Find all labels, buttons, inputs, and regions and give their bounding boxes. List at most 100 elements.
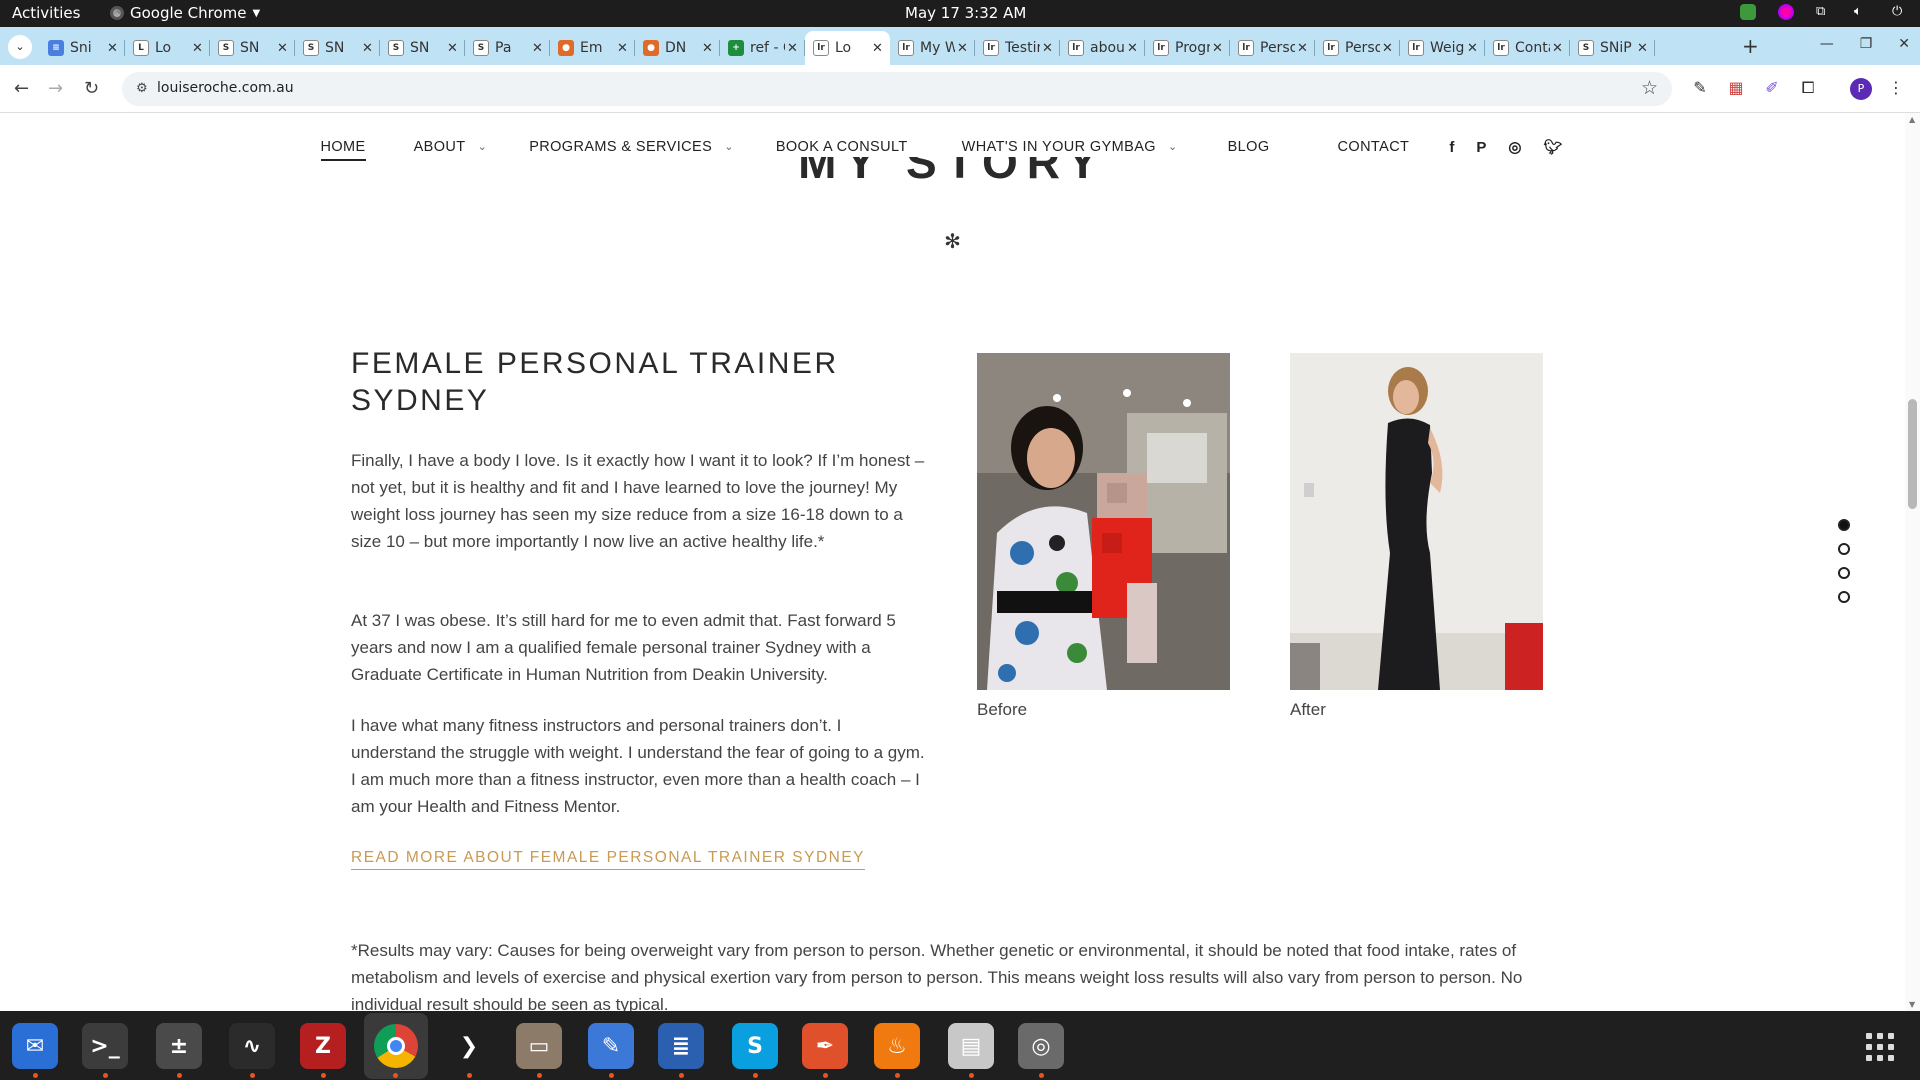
filezilla-icon[interactable]: Z — [300, 1023, 346, 1069]
document-viewer-icon[interactable]: ≣ — [658, 1023, 704, 1069]
tab-close-icon[interactable]: ✕ — [1212, 41, 1224, 56]
blaze-icon[interactable]: ♨ — [874, 1023, 920, 1069]
browser-tab[interactable]: lr Perso ✕ — [1315, 31, 1400, 65]
clock[interactable]: May 17 3:32 AM — [905, 4, 1026, 22]
browser-tab[interactable]: lr Testin✕ — [975, 31, 1060, 65]
browser-tab[interactable]: S SNiP N✕ — [1570, 31, 1655, 65]
browser-tab[interactable]: lr Progr ✕ — [1145, 31, 1230, 65]
browser-tab[interactable]: ● DN ✕ — [635, 31, 720, 65]
browser-tab[interactable]: L Lo ✕ — [125, 31, 210, 65]
inkscape-icon[interactable]: ✒ — [802, 1023, 848, 1069]
scroll-up-icon[interactable]: ▲ — [1909, 115, 1915, 124]
browser-tab[interactable]: ≡ Sni ✕ — [40, 31, 125, 65]
browser-tab[interactable]: ● Em ✕ — [550, 31, 635, 65]
slide-dot[interactable] — [1838, 543, 1850, 555]
slide-dot[interactable] — [1838, 567, 1850, 579]
color-picker-icon[interactable] — [1778, 4, 1794, 20]
url-text[interactable]: louiseroche.com.au — [157, 80, 294, 96]
tab-close-icon[interactable]: ✕ — [872, 41, 884, 56]
tab-close-icon[interactable]: ✕ — [1637, 41, 1649, 56]
reload-button[interactable]: ↻ — [84, 78, 99, 99]
browser-tab[interactable]: lr Conta✕ — [1485, 31, 1570, 65]
forward-button[interactable]: → — [48, 78, 63, 99]
bookmark-star-icon[interactable]: ☆ — [1641, 77, 1658, 99]
tab-close-icon[interactable]: ✕ — [617, 41, 629, 56]
app-menu[interactable]: Google Chrome ▼ — [110, 4, 260, 22]
page-scrollbar[interactable]: ▲ ▼ — [1905, 113, 1920, 1011]
terminal-icon[interactable]: >_ — [82, 1023, 128, 1069]
tab-close-icon[interactable]: ✕ — [1382, 41, 1394, 56]
system-monitor-icon[interactable]: ∿ — [229, 1023, 275, 1069]
browser-tab[interactable]: lr Perso ✕ — [1230, 31, 1315, 65]
tab-close-icon[interactable]: ✕ — [447, 41, 459, 56]
document-scanner-icon[interactable]: ▤ — [948, 1023, 994, 1069]
scrollbar-thumb[interactable] — [1908, 399, 1917, 509]
disk-icon[interactable]: ◎ — [1018, 1023, 1064, 1069]
tab-close-icon[interactable]: ✕ — [787, 41, 799, 56]
tab-search-button[interactable]: ⌄ — [8, 35, 32, 59]
instagram-icon[interactable]: ◎ — [1508, 138, 1521, 156]
eyedropper-extension-icon[interactable]: ✎ — [1690, 78, 1710, 98]
power-icon[interactable]: ⏻ — [1892, 4, 1908, 20]
close-icon[interactable]: ✕ — [1898, 36, 1910, 52]
tab-close-icon[interactable]: ✕ — [277, 41, 289, 56]
tab-close-icon[interactable]: ✕ — [532, 41, 544, 56]
show-apps-icon[interactable] — [1866, 1033, 1894, 1061]
tab-close-icon[interactable]: ✕ — [957, 41, 969, 56]
volume-icon[interactable]: 🔈︎ — [1854, 4, 1870, 20]
tab-close-icon[interactable]: ✕ — [362, 41, 374, 56]
calendar-extension-icon[interactable]: ▦ — [1726, 78, 1746, 98]
nav-item-about[interactable]: ABOUT ⌄ — [414, 133, 488, 161]
extensions-puzzle-icon[interactable]: ⧠ — [1798, 78, 1818, 98]
tab-close-icon[interactable]: ✕ — [1552, 41, 1564, 56]
nav-item-home[interactable]: HOME — [320, 133, 366, 161]
kebab-menu-icon[interactable]: ⋮ — [1886, 78, 1906, 98]
browser-tab[interactable]: lr Weigh✕ — [1400, 31, 1485, 65]
slide-dot[interactable] — [1838, 519, 1850, 531]
browser-tab[interactable]: S SN ✕ — [295, 31, 380, 65]
maximize-icon[interactable]: ❐ — [1860, 36, 1873, 52]
chrome-icon[interactable] — [364, 1013, 428, 1079]
new-tab-button[interactable]: + — [1742, 34, 1759, 58]
vscode-icon[interactable]: ❯ — [446, 1023, 492, 1069]
browser-tab[interactable]: S Pa ✕ — [465, 31, 550, 65]
skype-icon[interactable]: S — [732, 1023, 778, 1069]
nav-item-book-a-consult[interactable]: BOOK A CONSULT — [776, 133, 908, 161]
system-tray[interactable]: ⧉ 🔈︎ ⏻ — [1740, 4, 1908, 20]
twitter-icon[interactable]: 🐦︎ — [1543, 138, 1562, 156]
nav-item-contact[interactable]: CONTACT — [1338, 133, 1410, 161]
pen-extension-icon[interactable]: ✐ — [1762, 78, 1782, 98]
thunderbird-icon[interactable]: ✉ — [12, 1023, 58, 1069]
tab-close-icon[interactable]: ✕ — [1297, 41, 1309, 56]
nav-item-blog[interactable]: BLOG — [1228, 133, 1270, 161]
tab-close-icon[interactable]: ✕ — [1042, 41, 1054, 56]
browser-tab[interactable]: + ref - G✕ — [720, 31, 805, 65]
read-more-link[interactable]: READ MORE ABOUT FEMALE PERSONAL TRAINER … — [351, 849, 866, 870]
pinterest-icon[interactable]: P — [1476, 139, 1486, 156]
tab-close-icon[interactable]: ✕ — [702, 41, 714, 56]
nav-item-programs-services[interactable]: PROGRAMS & SERVICES ⌄ — [529, 133, 734, 161]
tab-close-icon[interactable]: ✕ — [1127, 41, 1139, 56]
calculator-icon[interactable]: ± — [156, 1023, 202, 1069]
slide-dot[interactable] — [1838, 591, 1850, 603]
text-editor-icon[interactable]: ✎ — [588, 1023, 634, 1069]
browser-tab[interactable]: lr Lo ✕ — [805, 31, 890, 65]
browser-tab[interactable]: lrabout✕ — [1060, 31, 1145, 65]
address-bar[interactable]: ⚙ louiseroche.com.au ☆ — [122, 72, 1672, 106]
scroll-down-icon[interactable]: ▼ — [1909, 1000, 1915, 1009]
files-icon[interactable]: ▭ — [516, 1023, 562, 1069]
tab-close-icon[interactable]: ✕ — [192, 41, 204, 56]
nav-item-what-s-in-your-gymbag[interactable]: WHAT'S IN YOUR GYMBAG ⌄ — [962, 133, 1178, 161]
browser-tab[interactable]: S SN ✕ — [210, 31, 295, 65]
browser-tab[interactable]: lr My W ✕ — [890, 31, 975, 65]
profile-avatar[interactable]: P — [1850, 78, 1872, 100]
tab-close-icon[interactable]: ✕ — [1467, 41, 1479, 56]
shield-check-icon[interactable] — [1740, 4, 1756, 20]
browser-tab[interactable]: S SN ✕ — [380, 31, 465, 65]
activities-button[interactable]: Activities — [12, 4, 80, 22]
back-button[interactable]: ← — [14, 78, 29, 99]
network-icon[interactable]: ⧉ — [1816, 4, 1832, 20]
minimize-icon[interactable]: — — [1820, 36, 1834, 52]
site-info-icon[interactable]: ⚙ — [136, 81, 148, 96]
tab-close-icon[interactable]: ✕ — [107, 41, 119, 56]
